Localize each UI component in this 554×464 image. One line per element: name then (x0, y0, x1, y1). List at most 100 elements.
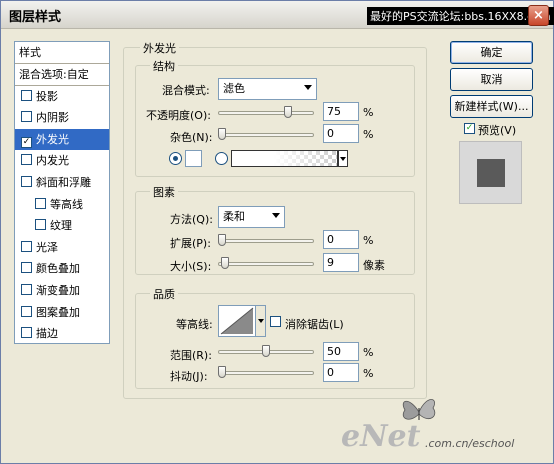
new-style-button[interactable]: 新建样式(W)... (450, 95, 533, 118)
blend-mode-label: 混合模式: (162, 84, 210, 97)
style-item-label: 描边 (36, 327, 58, 341)
gradient-radio[interactable] (215, 152, 228, 165)
style-item-label: 内发光 (36, 154, 69, 168)
style-item-label: 外发光 (36, 132, 69, 146)
range-field[interactable]: 50 (323, 342, 359, 361)
title-bar: 图层样式 最好的PS交流论坛:bbs.16XX8.com × (1, 1, 554, 29)
gradient-dropdown-button[interactable] (338, 150, 348, 167)
antialias-label: 消除锯齿(L) (285, 318, 344, 331)
jitter-slider-thumb[interactable] (218, 366, 226, 378)
style-item-checkbox[interactable] (21, 327, 32, 339)
style-item-label: 内阴影 (36, 111, 69, 125)
cancel-button[interactable]: 取消 (450, 68, 533, 91)
opacity-slider-thumb[interactable] (284, 106, 292, 118)
style-item-checkbox[interactable] (21, 154, 32, 166)
style-item[interactable]: 投影 (15, 86, 109, 108)
style-item[interactable]: 斜面和浮雕 (15, 172, 109, 194)
style-item[interactable]: 内阴影 (15, 107, 109, 129)
spread-slider-track[interactable] (218, 239, 314, 243)
spread-slider-thumb[interactable] (218, 234, 226, 246)
jitter-field[interactable]: 0 (323, 363, 359, 382)
contour-label: 等高线: (176, 318, 213, 331)
noise-slider-thumb[interactable] (218, 128, 226, 140)
noise-slider-track[interactable] (218, 133, 314, 137)
style-list: 样式 混合选项:自定 投影内阴影 ✓ 外发光内发光斜面和浮雕等高线 纹理光泽颜色叠加渐… (14, 41, 110, 344)
style-item-checkbox[interactable] (21, 305, 32, 317)
blend-mode-select[interactable]: 滤色 (218, 78, 317, 100)
noise-label: 杂色(N): (170, 131, 213, 144)
jitter-unit: % (363, 367, 374, 380)
style-item-checkbox[interactable] (21, 175, 32, 187)
layer-style-dialog: 图层样式 最好的PS交流论坛:bbs.16XX8.com × 样式 混合选项:自… (0, 0, 554, 464)
style-item[interactable]: 纹理 (15, 215, 109, 237)
opacity-label: 不透明度(O): (146, 109, 211, 122)
style-item[interactable]: 描边 (15, 323, 109, 345)
contour-dropdown-button[interactable] (255, 305, 266, 337)
style-item-checkbox[interactable] (35, 197, 46, 209)
blend-options-item[interactable]: 混合选项:自定 (15, 64, 109, 86)
quality-title: 品质 (150, 286, 178, 302)
style-item-checkbox[interactable]: ✓ (21, 136, 32, 148)
size-slider-track[interactable] (218, 262, 314, 266)
gradient-swatch[interactable] (231, 150, 338, 167)
style-item-label: 渐变叠加 (36, 283, 80, 297)
style-item[interactable]: ✓ 外发光 (15, 128, 109, 151)
style-item[interactable]: 图案叠加 (15, 302, 109, 324)
style-item-label: 图案叠加 (36, 305, 80, 319)
spread-unit: % (363, 234, 374, 247)
style-item[interactable]: 等高线 (15, 194, 109, 216)
style-item[interactable]: 内发光 (15, 150, 109, 172)
size-field[interactable]: 9 (323, 253, 359, 272)
preview-checkbox[interactable]: ✓ (464, 123, 475, 134)
technique-label: 方法(Q): (170, 213, 213, 226)
noise-field[interactable]: 0 (323, 124, 359, 143)
preview-label: 预览(V) (478, 124, 517, 137)
solid-color-radio[interactable] (169, 152, 182, 165)
style-item-label: 投影 (36, 89, 58, 103)
close-button[interactable]: × (528, 5, 549, 26)
enet-url: .com.cn/eschool (425, 437, 515, 450)
style-item[interactable]: 颜色叠加 (15, 258, 109, 280)
size-slider-thumb[interactable] (221, 257, 230, 269)
style-item-checkbox[interactable] (21, 283, 32, 295)
contour-picker[interactable] (218, 305, 256, 337)
spread-field[interactable]: 0 (323, 230, 359, 249)
window-title: 图层样式 (9, 10, 62, 25)
size-label: 大小(S): (170, 260, 212, 273)
style-item[interactable]: 光泽 (15, 237, 109, 259)
opacity-field[interactable]: 75 (323, 102, 359, 121)
jitter-label: 抖动(J): (170, 370, 208, 383)
technique-select[interactable]: 柔和 (218, 206, 285, 228)
preview-swatch (477, 159, 505, 187)
style-item-checkbox[interactable] (35, 219, 46, 231)
jitter-slider-track[interactable] (218, 371, 314, 375)
style-list-header[interactable]: 样式 (15, 42, 109, 64)
chevron-down-icon (272, 213, 280, 218)
style-item-label: 斜面和浮雕 (36, 175, 91, 189)
style-item-checkbox[interactable] (21, 240, 32, 252)
style-item-checkbox[interactable] (21, 262, 32, 274)
enet-logo: eNet (341, 419, 421, 454)
technique-value: 柔和 (223, 210, 245, 223)
elements-title: 图素 (150, 184, 178, 200)
size-unit: 像素 (363, 259, 385, 272)
opacity-slider-track[interactable] (218, 111, 314, 115)
glow-color-swatch[interactable] (185, 150, 202, 167)
style-item-label: 颜色叠加 (36, 262, 80, 276)
chevron-down-icon (304, 85, 312, 90)
antialias-checkbox[interactable] (270, 316, 281, 327)
ok-button[interactable]: 确定 (450, 41, 533, 64)
close-icon: × (533, 8, 544, 23)
style-item-label: 光泽 (36, 240, 58, 254)
panel-title: 外发光 (140, 40, 179, 56)
watermark-text: 最好的PS交流论坛:bbs.16XX8.com (367, 7, 554, 25)
style-item-checkbox[interactable] (21, 89, 32, 101)
opacity-unit: % (363, 106, 374, 119)
style-preview (459, 141, 522, 204)
structure-title: 结构 (150, 58, 178, 74)
style-item[interactable]: 渐变叠加 (15, 280, 109, 302)
range-label: 范围(R): (170, 349, 212, 362)
style-item-checkbox[interactable] (21, 111, 32, 123)
contour-curve-icon (220, 307, 254, 335)
range-slider-thumb[interactable] (262, 345, 270, 357)
